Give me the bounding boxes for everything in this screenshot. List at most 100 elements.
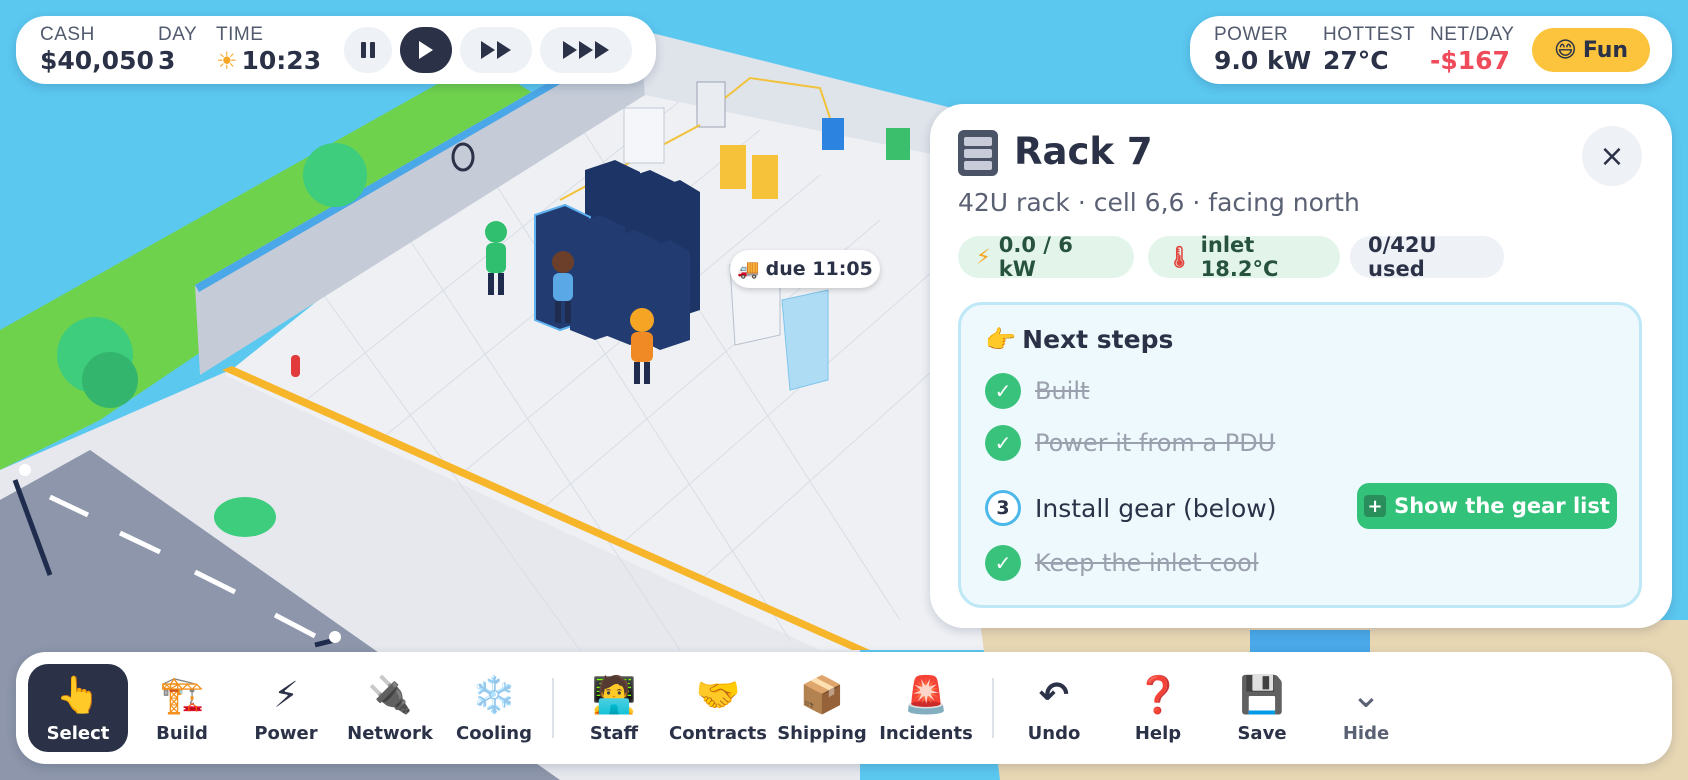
toolbar-divider (552, 678, 554, 738)
cooling-unit (720, 145, 746, 189)
bolt-icon: ⚡ (976, 245, 991, 269)
cooling-unit (752, 155, 778, 199)
bush (214, 497, 276, 537)
chevron-down-icon: ⌄ (1350, 675, 1382, 716)
tool-network[interactable]: 🔌 Network (340, 664, 440, 752)
tool-label: Build (156, 723, 208, 744)
power-value: 9.0 kW (1214, 46, 1312, 75)
tool-label: Power (254, 723, 318, 744)
step-text: Power it from a PDU (1035, 429, 1276, 457)
power-stat: POWER 9.0 kW (1214, 24, 1311, 76)
thermometer-icon: 🌡 (1166, 244, 1193, 269)
panel-subtitle: 42U rack · cell 6,6 · facing north (958, 188, 1360, 217)
step-text: Keep the inlet cool (1035, 549, 1259, 577)
tool-save[interactable]: 💾 Save (1212, 664, 1312, 752)
package-icon: 📦 (799, 675, 845, 716)
tool-label: Network (347, 723, 433, 744)
fastest-button[interactable] (540, 27, 632, 73)
check-icon: ✓ (985, 545, 1021, 581)
pointing-hand-icon: 👉 (985, 325, 1017, 354)
tool-label: Staff (589, 723, 639, 744)
fastest-icon (563, 41, 577, 59)
top-right-hud: POWER 9.0 kW HOTTEST 27°C NET/DAY -$167 … (1190, 16, 1672, 84)
pause-button[interactable] (344, 27, 392, 73)
delivery-due-text: due 11:05 (765, 258, 873, 280)
bottom-toolbar: 👆 Select 🏗️ Build ⚡ Power 🔌 Network ❄️ C… (16, 652, 1672, 764)
tool-contracts[interactable]: 🤝 Contracts (668, 664, 768, 752)
step-power: ✓ Power it from a PDU (985, 423, 1275, 463)
pause-icon (361, 42, 366, 58)
tool-label: Contracts (668, 723, 767, 744)
tool-power[interactable]: ⚡ Power (236, 664, 336, 752)
tool-staff[interactable]: 🧑‍💻 Staff (564, 664, 664, 752)
netday-stat: NET/DAY -$167 (1430, 24, 1514, 76)
step-number-badge: 3 (985, 490, 1021, 526)
step-text: Install gear (below) (1035, 493, 1277, 523)
step-built: ✓ Built (985, 371, 1089, 411)
tool-shipping[interactable]: 📦 Shipping (772, 664, 872, 752)
question-icon: ❓ (1135, 675, 1181, 716)
siren-icon: 🚨 (903, 675, 949, 716)
inlet-pill-text: inlet 18.2°C (1200, 233, 1279, 281)
tool-label: Hide (1342, 723, 1390, 744)
next-steps-title: Next steps (1022, 325, 1174, 354)
next-steps-header: 👉 Next steps (985, 325, 1173, 355)
fast-forward-icon (481, 41, 495, 59)
tool-select[interactable]: 👆 Select (28, 664, 128, 752)
day-stat: DAY 3 (158, 24, 197, 76)
next-steps-box: 👉 Next steps ✓ Built ✓ Power it from a PD… (958, 302, 1642, 608)
inlet-pill: 🌡 inlet 18.2°C (1148, 233, 1340, 281)
sign-panel (886, 128, 910, 160)
network-panel (822, 118, 844, 150)
rack-inspector-panel: Rack 7 42U rack · cell 6,6 · facing nort… (930, 104, 1672, 628)
hottest-label: HOTTEST (1323, 24, 1416, 45)
tool-label: Incidents (879, 723, 973, 744)
handshake-icon: 🤝 (695, 675, 741, 716)
rack-icon (958, 130, 998, 176)
plus-icon: + (1364, 495, 1387, 517)
tool-label: Save (1237, 723, 1287, 744)
breaker-panel (696, 81, 726, 128)
glass-cabinet (781, 289, 829, 391)
play-icon (419, 41, 433, 59)
delivery-due-tag[interactable]: 🚚 due 11:05 (730, 250, 880, 288)
crane-icon: 🏗️ (159, 675, 205, 716)
undo-icon: ↶ (1038, 675, 1070, 716)
show-gear-list-button[interactable]: + Show the gear list (1357, 483, 1617, 529)
tool-cooling[interactable]: ❄️ Cooling (444, 664, 544, 752)
power-pill: ⚡ 0.0 / 6 kW (958, 233, 1134, 281)
power-label: POWER (1214, 24, 1289, 45)
hottest-value: 27°C (1323, 46, 1389, 75)
usage-pill-text: 0/42U used (1368, 233, 1437, 281)
time-value: 10:23 (241, 46, 322, 75)
tool-build[interactable]: 🏗️ Build (132, 664, 232, 752)
tool-incidents[interactable]: 🚨 Incidents (876, 664, 976, 752)
power-pill-text: 0.0 / 6 kW (998, 233, 1073, 281)
panel-title: Rack 7 (1014, 130, 1153, 173)
gear-button-label: Show the gear list (1394, 494, 1610, 518)
step-text: Built (1035, 377, 1090, 405)
fast-forward-button[interactable] (460, 27, 532, 73)
lightning-icon: ⚡ (273, 675, 299, 716)
tool-undo[interactable]: ↶ Undo (1004, 664, 1104, 752)
close-icon: × (1599, 138, 1625, 174)
hottest-stat: HOTTEST 27°C (1323, 24, 1415, 76)
tool-label: Cooling (456, 723, 532, 744)
floppy-disk-icon: 💾 (1239, 675, 1285, 716)
toolbar-divider (992, 678, 994, 738)
pdu-cabinet (623, 107, 665, 164)
time-label: TIME (216, 24, 264, 45)
smile-icon: 😄 (1553, 37, 1577, 63)
cash-value: $40,050 (40, 46, 154, 75)
tool-label: Select (46, 723, 110, 744)
tool-help[interactable]: ❓ Help (1108, 664, 1208, 752)
mood-button[interactable]: 😄 Fun (1532, 28, 1650, 72)
step-keep-cool: ✓ Keep the inlet cool (985, 543, 1259, 583)
plug-icon: 🔌 (367, 675, 413, 716)
play-button[interactable] (400, 27, 452, 73)
tree (303, 143, 367, 207)
close-button[interactable]: × (1582, 126, 1642, 186)
tool-hide[interactable]: ⌄ Hide (1316, 664, 1416, 752)
tool-label: Shipping (777, 723, 867, 744)
pointer-hand-icon: 👆 (55, 675, 101, 716)
